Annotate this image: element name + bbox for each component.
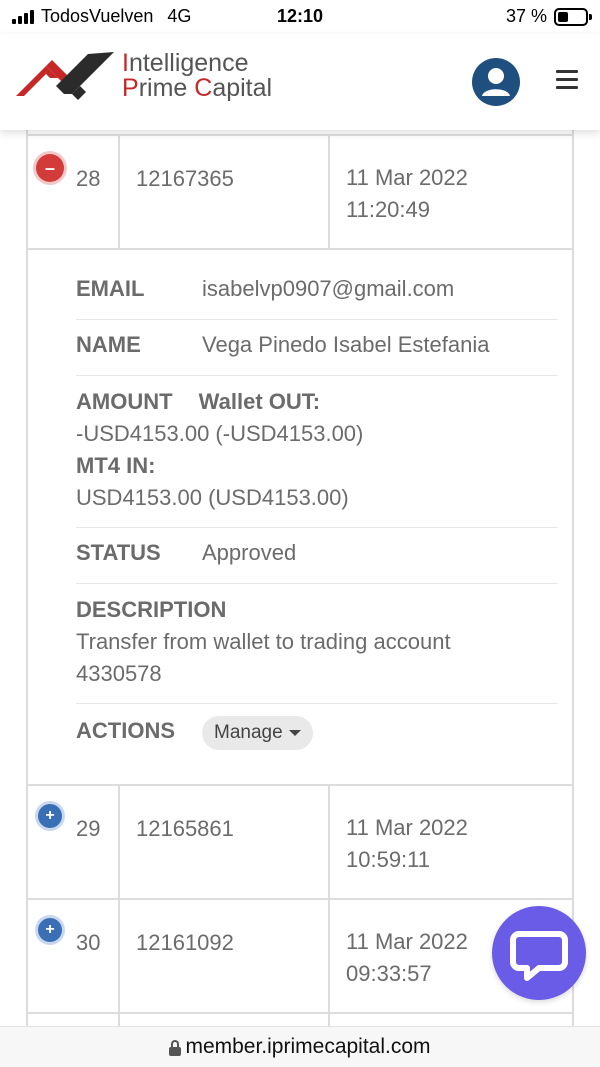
amount-label: AMOUNT (76, 389, 173, 414)
name-label: NAME (76, 332, 141, 357)
caret-down-icon (288, 730, 301, 736)
battery-icon (554, 7, 592, 26)
table-row[interactable]: + 30 12161092 11 Mar 2022 09:33:57 (28, 898, 572, 1012)
transaction-id-cell: 12165861 (120, 786, 330, 898)
description-block: DESCRIPTION Transfer from wallet to trad… (76, 594, 451, 690)
amount-block: AMOUNT Wallet OUT: -USD4153.00 (-USD4153… (76, 386, 558, 514)
status-value: Approved (202, 540, 297, 565)
status-bar: TodosVuelven 4G 12:10 37 % (0, 0, 600, 34)
logo-initial-p: P (122, 74, 139, 102)
row-detail-panel: EMAIL isabelvp0907@gmail.com NAME Vega P… (28, 248, 572, 782)
wallet-out-value: -USD4153.00 (-USD4153.00) (76, 421, 364, 446)
time: 09:33:57 (346, 961, 432, 986)
table-row[interactable]: + 29 12165861 11 Mar 2022 10:59:11 (28, 784, 572, 898)
logo-word-prime: rime (138, 74, 195, 102)
transaction-id: 12167365 (136, 166, 234, 191)
url-text: member.iprimecapital.com (185, 1035, 431, 1058)
browser-url-bar[interactable]: member.iprimecapital.com (0, 1026, 600, 1067)
detail-amount: AMOUNT Wallet OUT: -USD4153.00 (-USD4153… (76, 376, 558, 528)
status-label: STATUS (76, 540, 161, 565)
detail-status: STATUS Approved (76, 528, 558, 584)
table-row[interactable] (28, 1012, 572, 1026)
detail-name: NAME Vega Pinedo Isabel Estefania (76, 320, 558, 376)
status-bar-right: 37 % (505, 6, 592, 27)
logo-word-capital: apital (212, 74, 273, 102)
plus-circle-icon[interactable]: + (38, 804, 62, 828)
lock-icon (169, 1040, 182, 1056)
logo-initial-c: C (194, 74, 213, 102)
email-value: isabelvp0907@gmail.com (202, 276, 455, 301)
wallet-out-label: Wallet OUT: (198, 389, 321, 414)
datetime-cell (330, 1014, 572, 1026)
datetime: 11 Mar 2022 11:20:49 (346, 162, 468, 226)
manage-label: Manage (214, 722, 283, 743)
datetime: 11 Mar 2022 09:33:57 (346, 926, 468, 990)
mt4-in-label: MT4 IN: (76, 453, 156, 478)
detail-actions: ACTIONS Manage (76, 704, 558, 770)
datetime-cell: 11 Mar 2022 10:59:11 (330, 786, 572, 898)
transactions-table: – 28 12167365 11 Mar 2022 11:20:49 EMAIL… (26, 130, 574, 1026)
date: 11 Mar 2022 (346, 815, 468, 840)
chat-bubble-icon[interactable] (492, 906, 586, 1000)
email-label: EMAIL (76, 276, 145, 301)
mt4-in-value: USD4153.00 (USD4153.00) (76, 485, 349, 510)
time: 10:59:11 (346, 847, 431, 872)
date: 11 Mar 2022 (346, 165, 468, 190)
row-number-cell: + 29 (28, 786, 120, 898)
time: 11:20:49 (346, 197, 431, 222)
user-avatar-icon[interactable] (472, 58, 520, 106)
description-line2: 4330578 (76, 661, 162, 686)
transaction-id-cell: 12161092 (120, 900, 330, 1012)
transaction-id: 12165861 (136, 816, 234, 841)
actions-label: ACTIONS (76, 718, 175, 743)
row-number: 30 (76, 930, 101, 955)
description-line1: Transfer from wallet to trading account (76, 629, 451, 654)
plus-circle-icon[interactable]: + (38, 918, 62, 942)
logo-line1: Intelligence (122, 51, 272, 76)
hamburger-menu-icon[interactable] (556, 70, 578, 90)
name-value: Vega Pinedo Isabel Estefania (202, 332, 490, 357)
row-number-cell (28, 1014, 120, 1026)
logo-text: Intelligence Prime Capital (122, 51, 272, 101)
main-content: – 28 12167365 11 Mar 2022 11:20:49 EMAIL… (0, 130, 600, 1026)
detail-email: EMAIL isabelvp0907@gmail.com (76, 264, 558, 320)
logo-initial-i: I (122, 49, 129, 77)
transaction-id-cell (120, 1014, 330, 1026)
logo-line2: Prime Capital (122, 76, 272, 101)
logo[interactable]: Intelligence Prime Capital (16, 48, 272, 104)
minus-circle-icon[interactable]: – (36, 154, 64, 182)
row-number: 28 (76, 166, 101, 191)
logo-mark-icon (16, 52, 114, 100)
battery-percent: 37 % (505, 6, 547, 26)
site-header: Intelligence Prime Capital (0, 34, 600, 130)
transaction-id: 12161092 (136, 930, 234, 955)
table-row[interactable]: – 28 12167365 11 Mar 2022 11:20:49 (28, 134, 572, 248)
row-number-cell: – 28 (28, 136, 120, 248)
manage-dropdown-button[interactable]: Manage (202, 716, 313, 750)
transaction-id-cell: 12167365 (120, 136, 330, 248)
row-number: 29 (76, 816, 101, 841)
description-label: DESCRIPTION (76, 597, 227, 622)
date: 11 Mar 2022 (346, 929, 468, 954)
logo-line1-rest: ntelligence (128, 49, 249, 77)
datetime-cell: 11 Mar 2022 11:20:49 (330, 136, 572, 248)
detail-description: DESCRIPTION Transfer from wallet to trad… (76, 584, 558, 704)
datetime: 11 Mar 2022 10:59:11 (346, 812, 468, 876)
row-number-cell: + 30 (28, 900, 120, 1012)
